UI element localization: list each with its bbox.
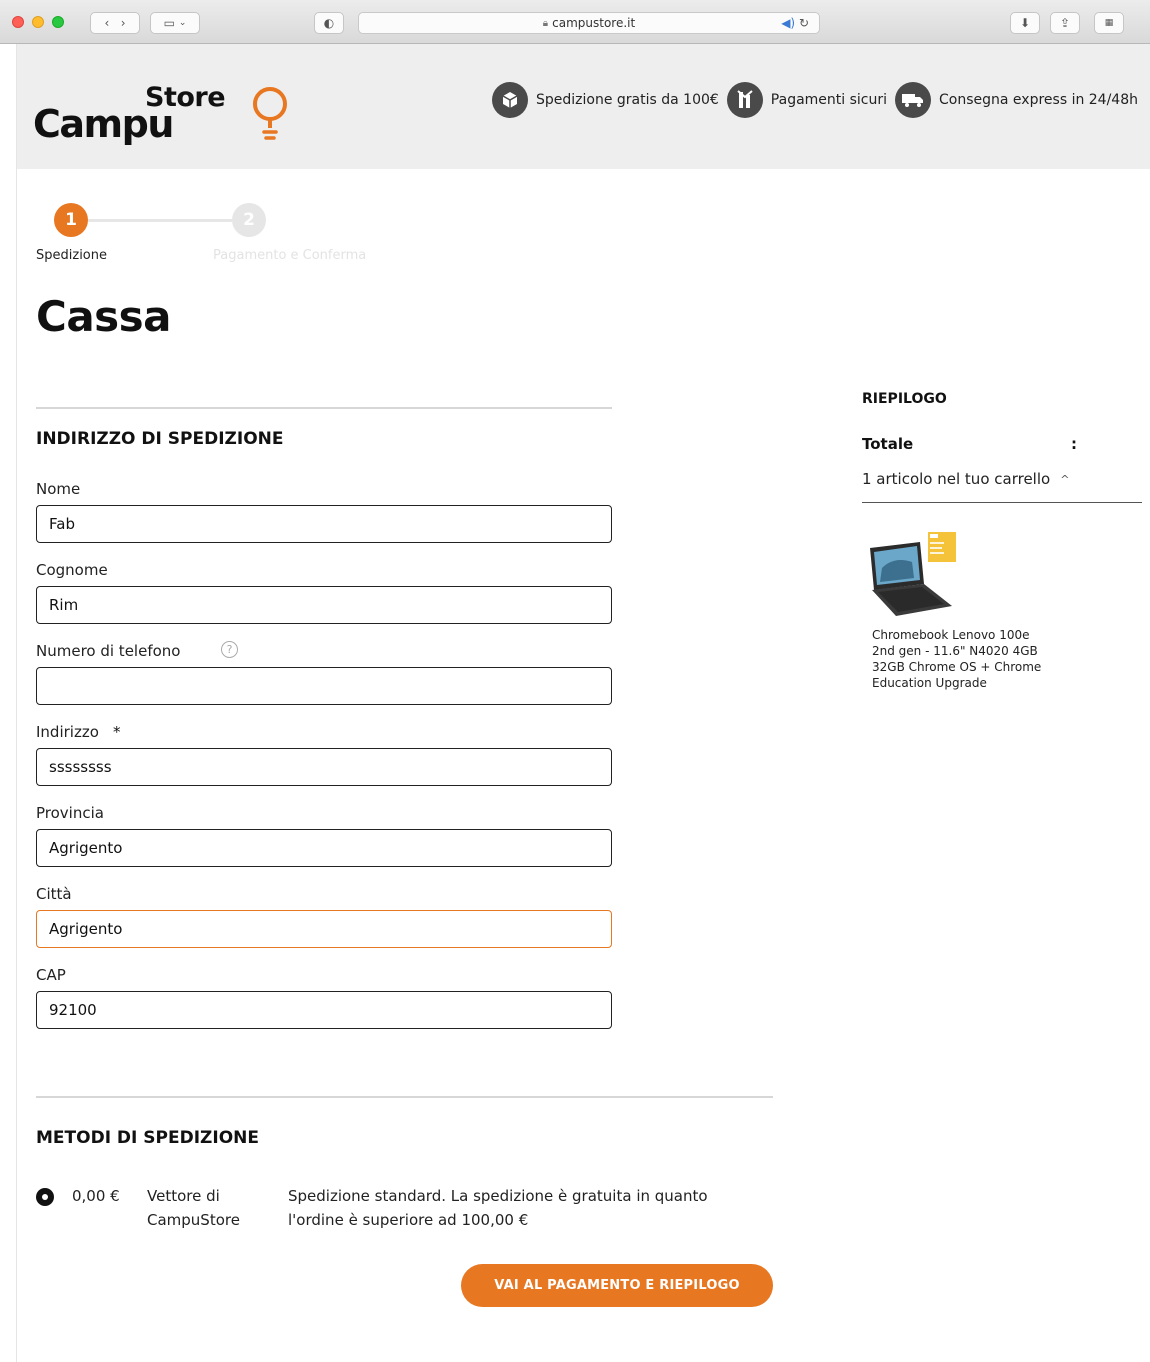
section-divider xyxy=(36,407,612,409)
minimize-window-button[interactable] xyxy=(32,16,44,28)
back-forward-buttons[interactable]: ‹ › xyxy=(90,12,140,34)
cart-items-toggle[interactable]: 1 articolo nel tuo carrello ^ xyxy=(862,470,1069,488)
site-header: Campu Store Spedizione gratis da 100€ Pa… xyxy=(17,44,1150,169)
step-1-indicator: 1 xyxy=(54,203,88,237)
product-name-line: 2nd gen - 11.6" N4020 4GB xyxy=(872,644,1038,658)
shipping-address-title: INDIRIZZO DI SPEDIZIONE xyxy=(36,429,284,449)
download-icon: ⬇ xyxy=(1019,16,1031,30)
citta-input[interactable]: Agrigento xyxy=(36,910,612,948)
summary-title: RIEPILOGO xyxy=(862,391,947,407)
url-text: campustore.it xyxy=(552,16,636,30)
feature-label: Consegna express in 24/48h xyxy=(939,92,1138,108)
required-asterisk: * xyxy=(113,723,121,741)
product-name-line: 32GB Chrome OS + Chrome xyxy=(872,660,1042,674)
feature-free-shipping: Spedizione gratis da 100€ xyxy=(492,82,719,118)
step-2-label: Pagamento e Conferma xyxy=(213,248,367,263)
provincia-label: Provincia xyxy=(36,804,104,822)
product-thumbnail[interactable] xyxy=(862,528,958,620)
proceed-to-payment-button[interactable]: VAI AL PAGAMENTO E RIEPILOGO xyxy=(461,1264,773,1307)
cap-label: CAP xyxy=(36,966,66,984)
indirizzo-label: Indirizzo xyxy=(36,723,99,741)
grid-icon: ▦ xyxy=(1104,18,1114,28)
chevron-down-icon: ⌄ xyxy=(178,18,187,28)
shipping-price: 0,00 € xyxy=(72,1187,120,1205)
nome-input[interactable]: Fab xyxy=(36,505,612,543)
help-icon[interactable]: ? xyxy=(221,641,238,658)
shield-icon: ◐ xyxy=(323,16,335,30)
shipping-methods-title: METODI DI SPEDIZIONE xyxy=(36,1128,259,1148)
cap-input[interactable]: 92100 xyxy=(36,991,612,1029)
shipping-method-radio[interactable] xyxy=(36,1188,54,1206)
privacy-report-button[interactable]: ◐ xyxy=(314,12,344,34)
feature-label: Spedizione gratis da 100€ xyxy=(536,92,719,108)
product-name-line: Chromebook Lenovo 100e xyxy=(872,628,1030,642)
shipping-description-line2: l'ordine è superiore ad 100,00 € xyxy=(288,1211,529,1229)
sidebar-toggle-button[interactable]: ▭ ⌄ xyxy=(150,12,200,34)
chevron-left-icon[interactable]: ‹ xyxy=(104,16,109,30)
sidebar-icon: ▭ xyxy=(163,16,175,30)
feature-bar: Spedizione gratis da 100€ Pagamenti sicu… xyxy=(484,82,1138,118)
feature-label: Pagamenti sicuri xyxy=(770,92,888,108)
radio-selected-dot xyxy=(42,1194,48,1200)
lock-icon: 🔒︎ xyxy=(542,17,549,29)
window-left-edge xyxy=(0,44,17,1362)
zoom-window-button[interactable] xyxy=(52,16,64,28)
provincia-select[interactable]: Agrigento xyxy=(36,829,612,867)
lightbulb-icon xyxy=(253,87,287,140)
share-icon: ⇪ xyxy=(1059,16,1071,30)
audio-icon[interactable]: ◀) ↻ xyxy=(781,16,809,30)
chevron-right-icon[interactable]: › xyxy=(121,16,126,30)
shipping-carrier-line2: CampuStore xyxy=(147,1211,240,1229)
cognome-label: Cognome xyxy=(36,561,108,579)
close-window-button[interactable] xyxy=(12,16,24,28)
shipping-description-line1: Spedizione standard. La spedizione è gra… xyxy=(288,1187,708,1205)
tab-overview-button[interactable]: ▦ xyxy=(1094,12,1124,34)
indirizzo-input[interactable]: ssssssss xyxy=(36,748,612,786)
browser-toolbar: ‹ › ▭ ⌄ ◐ 🔒︎ campustore.it ◀) ↻ ⬇ ⇪ ▦ xyxy=(0,0,1150,44)
section-divider xyxy=(36,1096,773,1098)
telefono-label: Numero di telefono xyxy=(36,642,181,660)
address-bar[interactable]: 🔒︎ campustore.it ◀) ↻ xyxy=(358,12,820,34)
nome-label: Nome xyxy=(36,480,81,498)
campustore-logo[interactable]: Campu Store xyxy=(33,70,303,160)
feature-secure-payments: Pagamenti sicuri xyxy=(726,82,888,118)
step-1-label: Spedizione xyxy=(36,248,107,263)
reload-icon[interactable]: ↻ xyxy=(799,16,809,30)
step-2-indicator: 2 xyxy=(232,203,266,237)
feature-express-delivery: Consegna express in 24/48h xyxy=(895,82,1138,118)
box-icon xyxy=(492,82,528,118)
citta-label: Città xyxy=(36,885,72,903)
logo-text-store: Store xyxy=(145,82,226,113)
downloads-button[interactable]: ⬇ xyxy=(1010,12,1040,34)
truck-icon xyxy=(895,82,932,118)
telefono-input[interactable] xyxy=(36,667,612,705)
product-name[interactable]: Chromebook Lenovo 100e 2nd gen - 11.6" N… xyxy=(872,627,1062,691)
cart-items-label: 1 articolo nel tuo carrello xyxy=(862,470,1051,488)
chevron-up-icon: ^ xyxy=(1060,472,1070,486)
shipping-carrier-line1: Vettore di xyxy=(147,1187,220,1205)
product-name-line: Education Upgrade xyxy=(872,676,987,690)
summary-total-label: Totale xyxy=(862,435,914,453)
page-title: Cassa xyxy=(36,292,172,341)
summary-total-value: : xyxy=(1071,435,1077,453)
summary-divider xyxy=(862,502,1142,503)
cognome-input[interactable]: Rim xyxy=(36,586,612,624)
shield-icon xyxy=(726,82,763,118)
share-button[interactable]: ⇪ xyxy=(1050,12,1080,34)
stepper-line xyxy=(88,219,232,222)
